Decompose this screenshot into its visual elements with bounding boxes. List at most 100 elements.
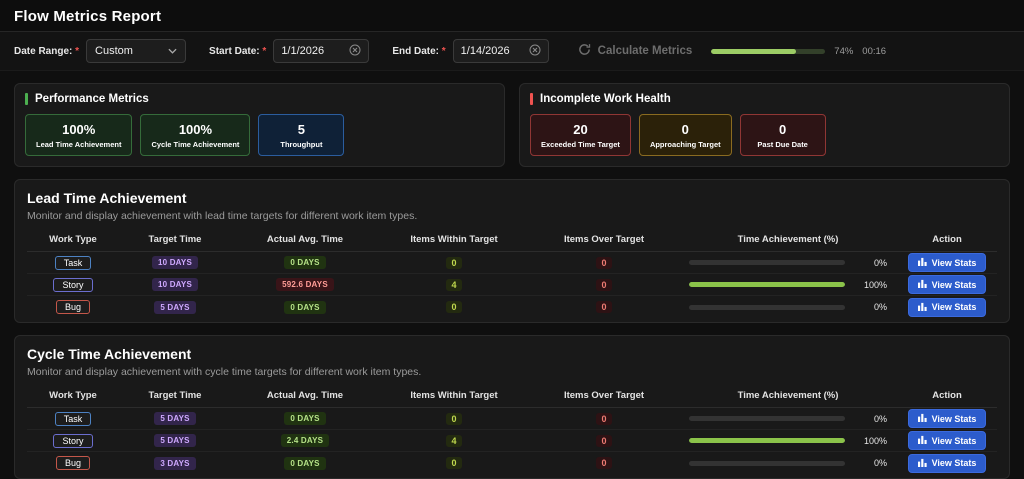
date-range-select[interactable]: Custom (86, 39, 186, 63)
metric-card-past-due: 0 Past Due Date (740, 114, 826, 156)
column-header: Work Type (27, 390, 119, 401)
target-time-badge: 10 DAYS (152, 278, 198, 291)
metric-card-approaching: 0 Approaching Target (639, 114, 732, 156)
column-header: Target Time (119, 390, 231, 401)
view-stats-button[interactable]: View Stats (908, 409, 987, 428)
column-header: Actual Avg. Time (231, 234, 379, 245)
clear-start-date-button[interactable] (349, 44, 361, 59)
end-date-field[interactable] (453, 39, 549, 63)
bar-chart-icon (918, 279, 927, 290)
column-header: Action (897, 234, 997, 245)
calculate-metrics-label: Calculate Metrics (598, 45, 693, 57)
incomplete-work-health-title: Incomplete Work Health (540, 93, 671, 105)
table-row: Story 10 DAYS 592.6 DAYS 4 0 100% View S… (27, 274, 997, 296)
column-header: Actual Avg. Time (231, 390, 379, 401)
clear-end-date-button[interactable] (529, 44, 541, 59)
refresh-icon (578, 43, 591, 59)
end-date-group: End Date: * (392, 39, 548, 63)
end-date-input[interactable] (461, 45, 524, 57)
items-over-badge: 0 (596, 413, 611, 425)
column-header: Items Within Target (379, 390, 529, 401)
progress-percent: 74% (834, 46, 853, 57)
view-stats-label: View Stats (932, 302, 977, 312)
actual-avg-badge: 0 DAYS (284, 256, 325, 269)
metric-value: 20 (541, 122, 620, 137)
metric-cards: 100% Lead Time Achievement 100% Cycle Ti… (25, 114, 494, 156)
lead-time-section: Lead Time Achievement Monitor and displa… (14, 179, 1010, 323)
metric-value: 5 (269, 122, 333, 137)
view-stats-button[interactable]: View Stats (908, 298, 987, 317)
date-range-value: Custom (95, 45, 133, 57)
table-header-row: Work Type Target Time Actual Avg. Time I… (27, 386, 997, 408)
section-title: Cycle Time Achievement (27, 346, 997, 362)
required-marker: * (442, 46, 446, 57)
target-time-badge: 5 DAYS (154, 301, 195, 314)
start-date-input[interactable] (281, 45, 344, 57)
incomplete-work-health-panel: Incomplete Work Health 20 Exceeded Time … (519, 83, 1010, 167)
column-header: Action (897, 390, 997, 401)
view-stats-button[interactable]: View Stats (908, 253, 987, 272)
metric-value: 0 (650, 122, 721, 137)
main-content: Performance Metrics 100% Lead Time Achie… (0, 71, 1024, 479)
metric-card-lead-time: 100% Lead Time Achievement (25, 114, 132, 156)
view-stats-label: View Stats (932, 436, 977, 446)
achievement-percent: 0% (855, 258, 887, 268)
achievement-progress-bar (689, 416, 845, 421)
column-header: Items Within Target (379, 234, 529, 245)
bar-chart-icon (918, 257, 927, 268)
view-stats-label: View Stats (932, 280, 977, 290)
items-within-badge: 0 (446, 301, 461, 313)
start-date-field[interactable] (273, 39, 369, 63)
view-stats-label: View Stats (932, 258, 977, 268)
column-header: Time Achievement (%) (679, 234, 897, 245)
bar-chart-icon (918, 458, 927, 469)
achievement-progress-bar (689, 282, 845, 287)
summary-panels: Performance Metrics 100% Lead Time Achie… (14, 83, 1010, 167)
elapsed-time: 00:16 (862, 46, 886, 57)
actual-avg-badge: 0 DAYS (284, 457, 325, 470)
achievement-percent: 0% (855, 302, 887, 312)
calculate-metrics-button[interactable]: Calculate Metrics (578, 43, 693, 59)
metric-label: Cycle Time Achievement (151, 140, 239, 149)
clear-icon (529, 44, 541, 59)
table-row: Bug 5 DAYS 0 DAYS 0 0 0% View Stats (27, 296, 997, 318)
metric-cards: 20 Exceeded Time Target 0 Approaching Ta… (530, 114, 999, 156)
items-within-badge: 0 (446, 257, 461, 269)
metric-label: Approaching Target (650, 140, 721, 149)
view-stats-button[interactable]: View Stats (908, 454, 987, 473)
cycle-time-table: Work Type Target Time Actual Avg. Time I… (27, 386, 997, 474)
column-header: Target Time (119, 234, 231, 245)
achievement-progress-bar (689, 305, 845, 310)
section-title: Lead Time Achievement (27, 190, 997, 206)
metric-label: Lead Time Achievement (36, 140, 121, 149)
work-type-badge: Bug (56, 300, 90, 314)
bar-chart-icon (918, 413, 927, 424)
end-date-label: End Date: * (392, 46, 445, 57)
items-over-badge: 0 (596, 435, 611, 447)
metric-card-cycle-time: 100% Cycle Time Achievement (140, 114, 250, 156)
chevron-down-icon (168, 45, 177, 57)
target-time-badge: 10 DAYS (152, 256, 198, 269)
items-over-badge: 0 (596, 279, 611, 291)
date-range-label: Date Range: * (14, 46, 79, 57)
metric-value: 100% (36, 122, 121, 137)
column-header: Items Over Target (529, 390, 679, 401)
metric-card-exceeded: 20 Exceeded Time Target (530, 114, 631, 156)
table-row: Task 10 DAYS 0 DAYS 0 0 0% View Stats (27, 252, 997, 274)
achievement-percent: 100% (855, 436, 887, 446)
items-within-badge: 4 (446, 435, 461, 447)
bar-chart-icon (918, 435, 927, 446)
target-time-badge: 5 DAYS (154, 412, 195, 425)
actual-avg-badge: 0 DAYS (284, 301, 325, 314)
view-stats-button[interactable]: View Stats (908, 431, 987, 450)
table-row: Task 5 DAYS 0 DAYS 0 0 0% View Stats (27, 408, 997, 430)
metric-label: Exceeded Time Target (541, 140, 620, 149)
items-over-badge: 0 (596, 457, 611, 469)
items-over-badge: 0 (596, 257, 611, 269)
table-row: Story 5 DAYS 2.4 DAYS 4 0 100% View Stat… (27, 430, 997, 452)
achievement-percent: 100% (855, 280, 887, 290)
metric-value: 100% (151, 122, 239, 137)
view-stats-button[interactable]: View Stats (908, 275, 987, 294)
items-over-badge: 0 (596, 301, 611, 313)
items-within-badge: 4 (446, 279, 461, 291)
